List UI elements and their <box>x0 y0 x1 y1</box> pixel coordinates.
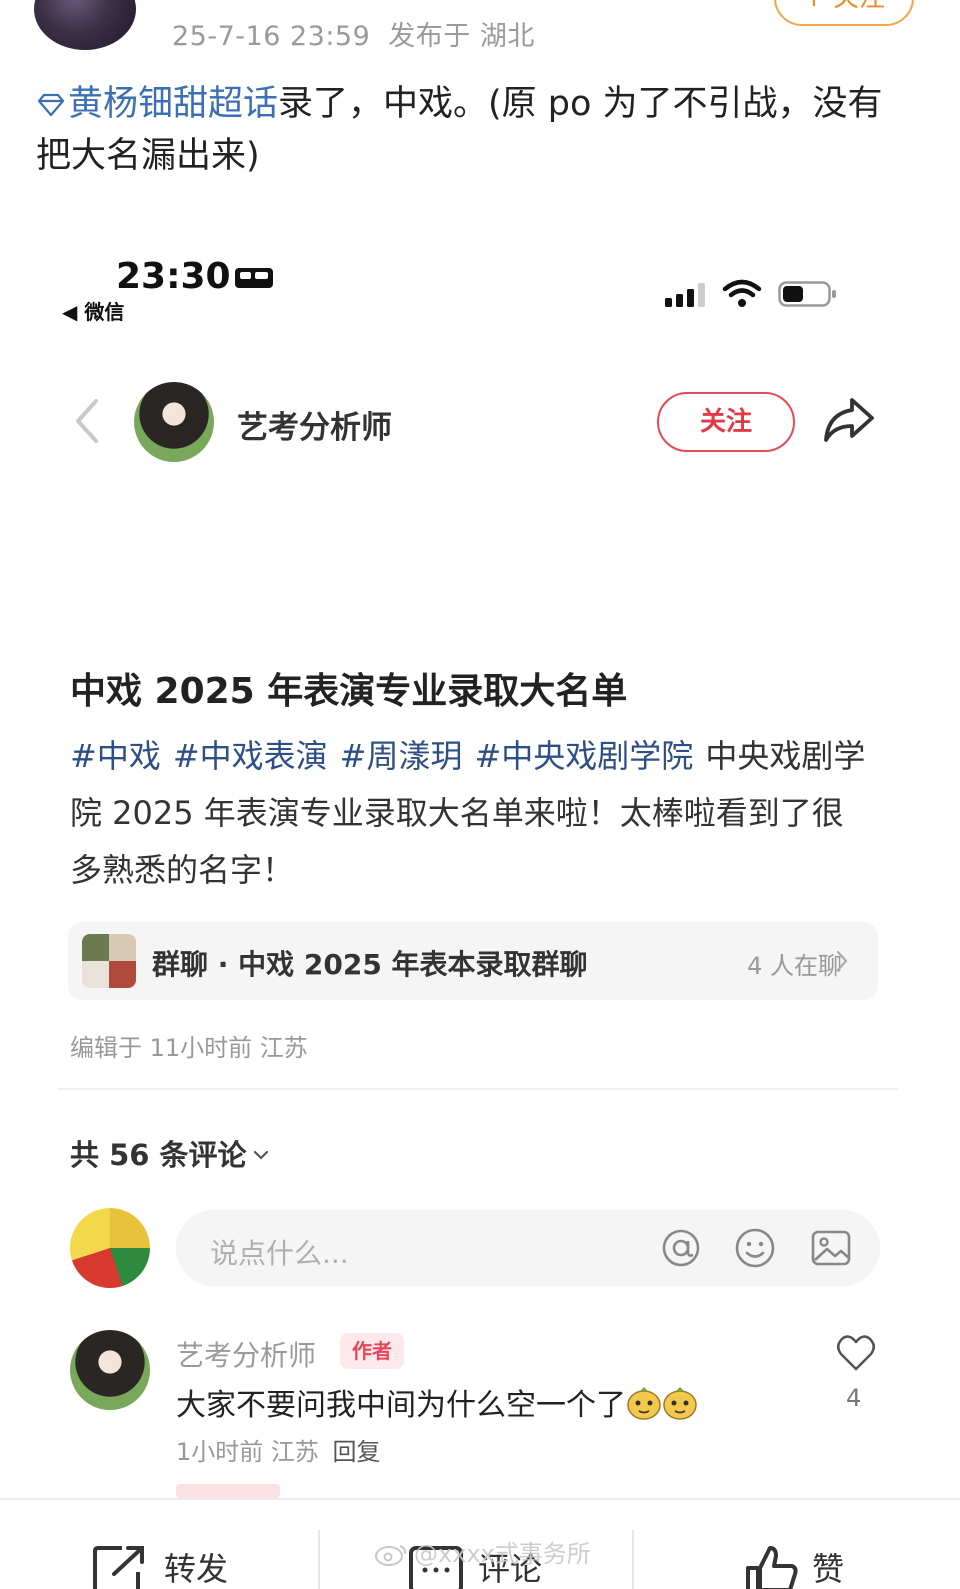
current-user-avatar <box>70 1208 150 1288</box>
post-text: 黄杨钿甜超话录了，中戏。(原 po 为了不引战，没有把大名漏出来) <box>36 78 916 182</box>
poster-avatar[interactable] <box>34 0 136 50</box>
separator <box>318 1530 320 1589</box>
note-tag[interactable]: #中戏 <box>70 737 161 775</box>
author-name[interactable]: 艺考分析师 <box>237 402 392 447</box>
follow-button[interactable]: 关注 <box>657 392 795 452</box>
separator <box>632 1530 634 1589</box>
post-meta: 25-7-16 23:59 发布于 湖北 <box>172 14 535 53</box>
comment-author-avatar[interactable] <box>70 1330 150 1410</box>
post-timestamp: 25-7-16 23:59 <box>172 21 371 52</box>
at-mention-icon[interactable] <box>660 1227 702 1269</box>
comments-count: 共 56 条评论 <box>70 1138 247 1172</box>
note-tag[interactable]: #周漾玥 <box>340 737 463 775</box>
sleep-mode-icon <box>235 268 273 288</box>
topic-label: 黄杨钿甜超话 <box>68 84 279 124</box>
comment-text: 大家不要问我中间为什么空一个了 <box>176 1380 698 1424</box>
post-location: 发布于 湖北 <box>388 21 535 52</box>
group-chat-card[interactable]: 群聊 · 中戏 2025 年表本录取群聊 4 人在聊 <box>68 922 878 1000</box>
status-back-app[interactable]: ◀ 微信 <box>62 296 124 325</box>
note-body: #中戏 #中戏表演 #周漾玥 #中央戏剧学院 中央戏剧学院 2025 年表演专业录取大名… <box>70 728 870 899</box>
chevron-right-icon <box>836 950 848 972</box>
divider <box>58 1088 898 1090</box>
note-tag[interactable]: #中戏表演 <box>173 737 328 775</box>
watermark-text: @xxxx式事务所 <box>414 1540 591 1568</box>
comment-author-name[interactable]: 艺考分析师 <box>176 1334 316 1374</box>
emoji-sticker-icon <box>627 1387 661 1420</box>
emoji-sticker-icon <box>663 1387 697 1420</box>
bottom-action-bar: 转发 评论 赞 @xxxx式事务所 <box>0 1498 960 1589</box>
repost-label[interactable]: 转发 <box>164 1544 228 1589</box>
note-title: 中戏 2025 年表演专业录取大名单 <box>70 671 628 712</box>
comment-input[interactable]: 说点什么... <box>176 1210 880 1286</box>
diamond-icon <box>37 93 65 117</box>
status-time: 23:30 <box>116 256 231 297</box>
group-member-count: 4 人在聊 <box>747 952 842 980</box>
comments-header[interactable]: 共 56 条评论 <box>70 1132 269 1174</box>
heart-icon[interactable] <box>836 1334 876 1372</box>
note-tag[interactable]: #中央戏剧学院 <box>474 737 693 775</box>
comment-meta: 1小时前 江苏 回复 <box>176 1432 381 1467</box>
comment-time: 1小时前 江苏 <box>176 1438 319 1466</box>
author-badge: 作者 <box>340 1333 404 1369</box>
group-name: 群聊 · 中戏 2025 年表本录取群聊 <box>152 948 588 981</box>
share-icon[interactable] <box>822 396 876 444</box>
like-label[interactable]: 赞 <box>812 1544 844 1589</box>
follow-button-top[interactable]: + 关注 <box>774 0 914 26</box>
wifi-icon <box>722 279 762 307</box>
author-avatar[interactable] <box>134 382 214 462</box>
signal-icon <box>665 283 705 307</box>
battery-icon <box>778 281 836 307</box>
watermark: @xxxx式事务所 <box>374 1534 591 1569</box>
chevron-down-icon <box>253 1150 268 1160</box>
comment-like-count: 4 <box>846 1384 862 1412</box>
reply-button[interactable]: 回复 <box>333 1438 381 1466</box>
repost-icon[interactable] <box>92 1544 148 1589</box>
comment-placeholder: 说点什么... <box>210 1237 349 1270</box>
comment-text-content: 大家不要问我中间为什么空一个了 <box>176 1388 626 1423</box>
hot-comment-badge <box>176 1484 280 1498</box>
back-icon[interactable] <box>72 398 102 444</box>
like-icon[interactable] <box>744 1544 800 1589</box>
edit-info: 编辑于 11小时前 江苏 <box>70 1034 308 1062</box>
weibo-logo-icon <box>375 1545 407 1566</box>
image-icon[interactable] <box>810 1227 852 1269</box>
topic-link[interactable]: 黄杨钿甜超话 <box>36 84 278 124</box>
emoji-icon[interactable] <box>734 1227 776 1269</box>
group-avatar <box>82 934 136 988</box>
